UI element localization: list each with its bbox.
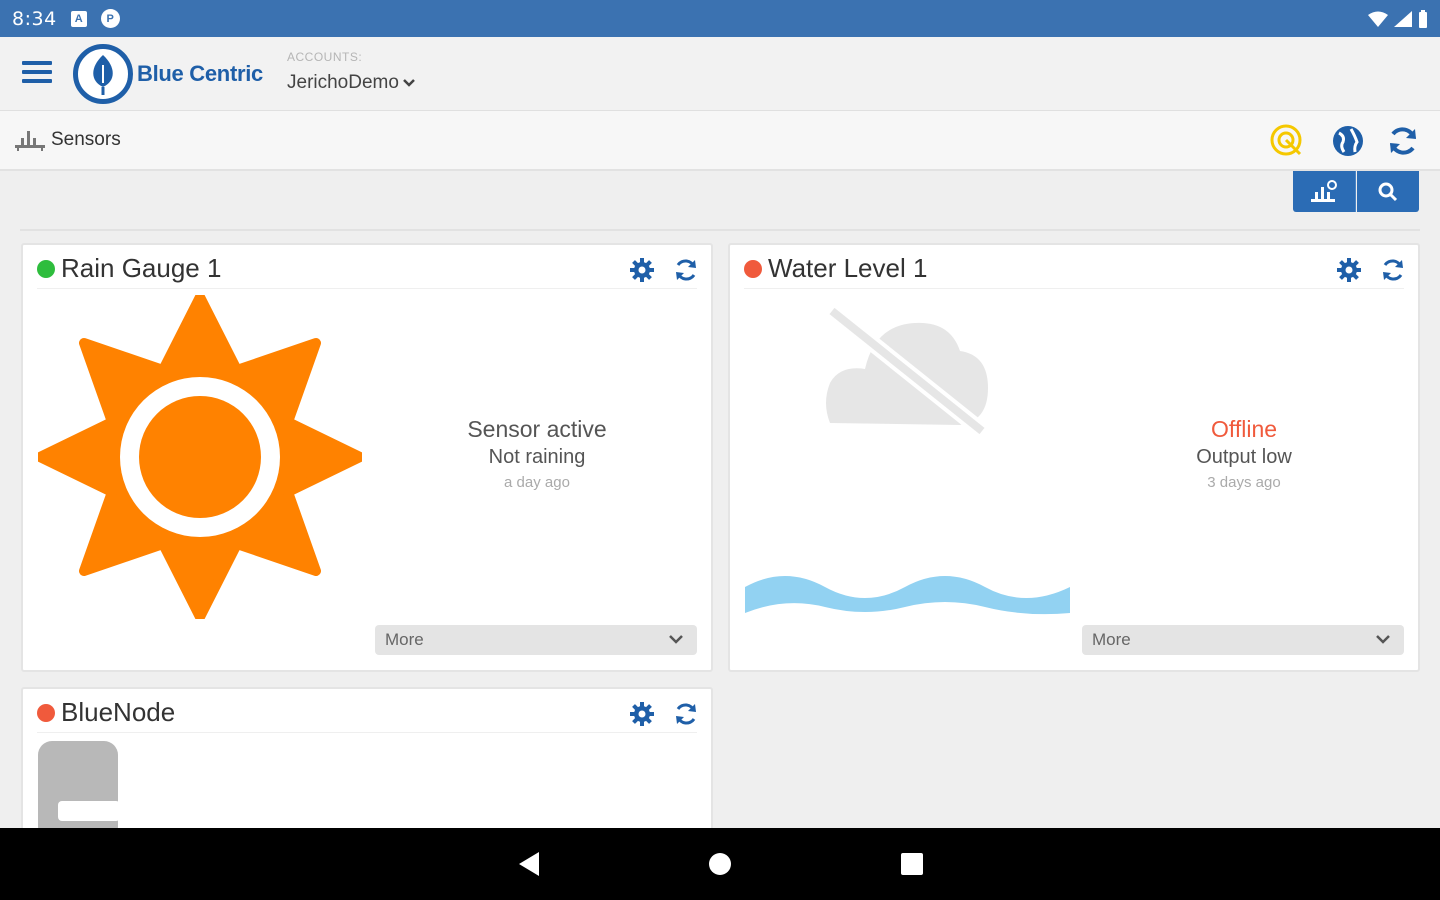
status-dot-offline: [37, 703, 55, 722]
card-refresh-icon[interactable]: [673, 257, 699, 283]
status-line-secondary: Output low: [1196, 446, 1292, 468]
signal-icon: [1394, 10, 1412, 27]
chevron-down-icon: [669, 635, 683, 644]
account-selector[interactable]: JerichoDemo: [287, 72, 415, 94]
globe-icon[interactable]: [1331, 124, 1365, 158]
breadcrumb-sensors: Sensors: [51, 129, 121, 150]
status-line-primary: Sensor active: [467, 416, 607, 442]
cloud-off-icon: [826, 304, 988, 438]
sensor-card-bluenode[interactable]: BlueNode: [21, 687, 713, 847]
water-wave-icon: [745, 576, 1070, 615]
settings-gear-icon[interactable]: [629, 257, 655, 283]
sensor-name: Rain Gauge 1: [61, 253, 222, 283]
chevron-down-icon: [1376, 635, 1390, 644]
sensor-card-title: Rain Gauge 1: [37, 253, 221, 284]
settings-gear-icon[interactable]: [1336, 257, 1362, 283]
status-timestamp: 3 days ago: [1207, 474, 1281, 491]
node-device-icon: [38, 741, 120, 841]
home-icon[interactable]: [704, 848, 736, 880]
account-name: JerichoDemo: [287, 72, 399, 93]
card-refresh-icon[interactable]: [673, 701, 699, 727]
more-dropdown[interactable]: More: [1082, 625, 1404, 655]
settings-gear-icon[interactable]: [629, 701, 655, 727]
search-button[interactable]: [1357, 171, 1419, 212]
sun-icon: [38, 295, 362, 619]
system-nav-bar: [0, 828, 1440, 900]
logo-text: Blue Centric: [137, 61, 263, 86]
refresh-icon[interactable]: [1386, 124, 1420, 158]
add-sensor-button[interactable]: [1293, 171, 1356, 212]
chevron-down-icon: [403, 79, 415, 87]
notification-p-icon: P: [100, 9, 120, 28]
brand-logo[interactable]: Blue Centric: [73, 44, 263, 104]
more-dropdown[interactable]: More: [375, 625, 697, 655]
sensor-status: Offline Output low 3 days ago: [1084, 416, 1404, 491]
app-header: Blue Centric ACCOUNTS: JerichoDemo: [0, 37, 1440, 111]
sensor-card-title: Water Level 1: [744, 253, 927, 284]
recents-icon[interactable]: [896, 848, 928, 880]
status-line-primary: Offline: [1210, 416, 1278, 442]
battery-icon: [1419, 9, 1427, 28]
sensor-card-water-level[interactable]: Water Level 1 Offline Output low 3 days …: [728, 243, 1420, 672]
sub-header: Sensors: [0, 111, 1440, 171]
sensor-name: Water Level 1: [768, 253, 928, 283]
sensor-card-title: BlueNode: [37, 697, 175, 728]
menu-icon[interactable]: [22, 61, 52, 85]
sensor-status: Sensor active Not raining a day ago: [377, 416, 697, 491]
status-time: 8:34: [12, 7, 57, 30]
card-refresh-icon[interactable]: [1380, 257, 1406, 283]
weather-alert-icon[interactable]: [1270, 124, 1304, 158]
status-line-secondary: Not raining: [488, 446, 586, 468]
status-bar: 8:34 A P: [0, 0, 1440, 37]
sensor-settings-icon: [1311, 179, 1337, 202]
sensor-card-rain-gauge[interactable]: Rain Gauge 1 Sensor active Not raining a…: [21, 243, 713, 672]
status-timestamp: a day ago: [504, 474, 570, 491]
status-indicators: [1368, 0, 1428, 37]
search-icon: [1378, 182, 1398, 201]
status-dot-offline: [744, 259, 762, 278]
section-divider: [20, 229, 1420, 231]
notification-a-icon: A: [70, 10, 87, 27]
breadcrumb: Sensors: [15, 129, 121, 151]
more-label: More: [1092, 630, 1131, 649]
wifi-icon: [1368, 11, 1388, 27]
sensors-icon: [15, 131, 45, 151]
back-icon[interactable]: [512, 848, 544, 880]
leaf-logo-icon: [73, 44, 133, 104]
accounts-label: ACCOUNTS:: [287, 50, 363, 64]
status-dot-online: [37, 259, 55, 278]
more-label: More: [385, 630, 424, 649]
sensor-name: BlueNode: [61, 697, 176, 727]
